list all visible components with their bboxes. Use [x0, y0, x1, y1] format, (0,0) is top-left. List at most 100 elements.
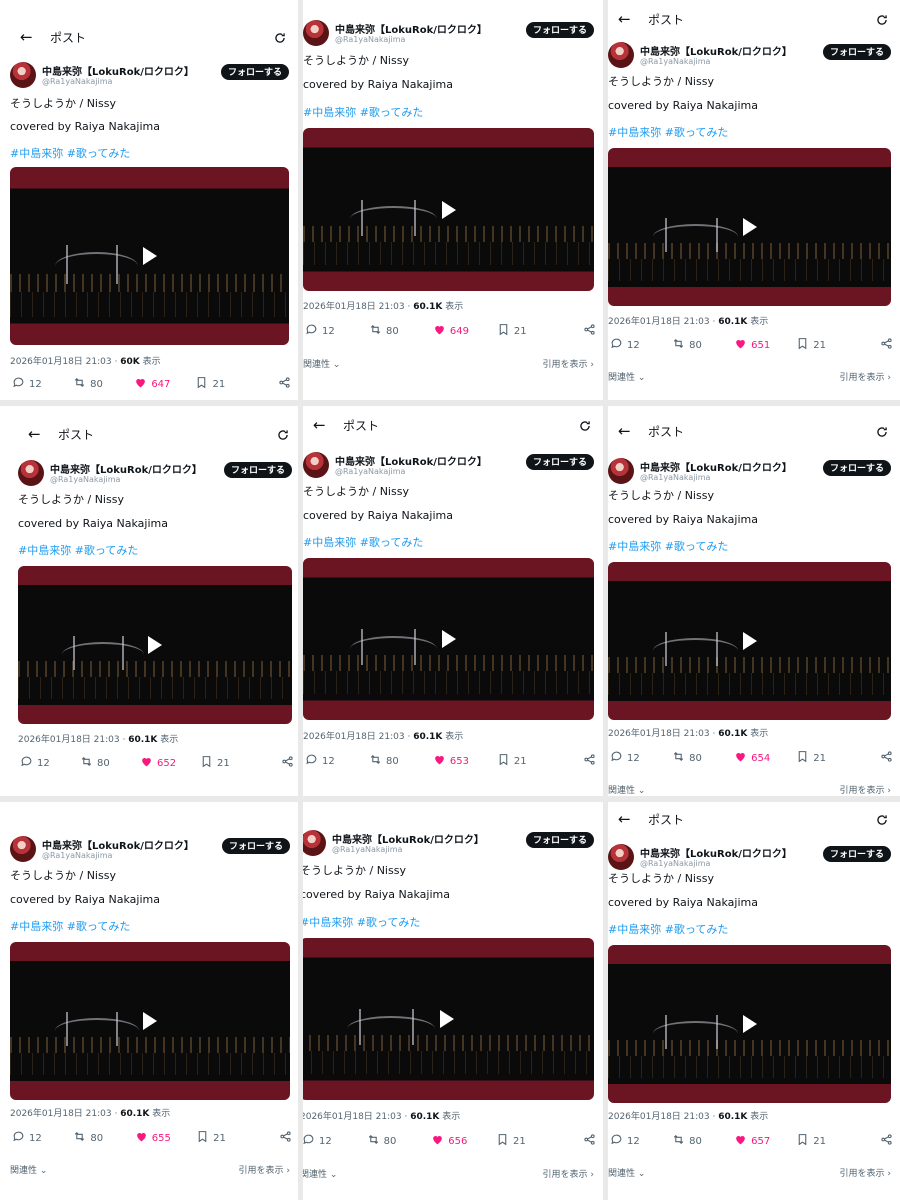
like-button[interactable]: 654 — [734, 750, 770, 766]
video-player[interactable] — [608, 148, 891, 306]
author-handle[interactable]: @Ra1yaNakajima — [42, 851, 112, 860]
timestamp[interactable]: 2026年01月18日 21:03 — [303, 302, 405, 312]
author-display-name[interactable]: 中島来弥【LokuRok/ロクロク】 — [332, 831, 484, 846]
reply-button[interactable]: 12 — [305, 323, 335, 339]
share-button[interactable] — [880, 1133, 893, 1149]
like-button[interactable]: 655 — [135, 1130, 171, 1146]
back-arrow-icon[interactable]: ← — [28, 425, 50, 443]
timestamp[interactable]: 2026年01月18日 21:03 — [10, 357, 112, 367]
view-quotes-link[interactable]: 引用を表示 › — [840, 783, 891, 796]
author-display-name[interactable]: 中島来弥【LokuRok/ロクロク】 — [335, 453, 487, 468]
author-handle[interactable]: @Ra1yaNakajima — [640, 473, 710, 482]
share-button[interactable] — [281, 755, 294, 771]
follow-button[interactable]: フォローする — [525, 454, 594, 470]
timestamp[interactable]: 2026年01月18日 21:03 — [303, 732, 405, 742]
refresh-icon[interactable] — [875, 424, 889, 438]
sort-relevance-dropdown[interactable]: 関連性 ⌄ — [303, 357, 340, 370]
hashtag-links[interactable]: #中島来弥 #歌ってみた — [608, 538, 728, 554]
sort-relevance-dropdown[interactable]: 関連性 ⌄ — [10, 1163, 47, 1176]
hashtag-links[interactable]: #中島来弥 #歌ってみた — [300, 914, 420, 930]
repost-button[interactable]: 80 — [80, 755, 110, 771]
like-button[interactable]: 649 — [433, 323, 469, 339]
refresh-icon[interactable] — [875, 812, 889, 826]
follow-button[interactable]: フォローする — [223, 462, 292, 478]
bookmark-button[interactable]: 21 — [200, 755, 230, 771]
author-display-name[interactable]: 中島来弥【LokuRok/ロクロク】 — [640, 43, 792, 58]
avatar[interactable] — [10, 836, 36, 862]
reply-button[interactable]: 12 — [610, 750, 640, 766]
avatar[interactable] — [300, 830, 326, 856]
timestamp[interactable]: 2026年01月18日 21:03 — [300, 1112, 402, 1122]
avatar[interactable] — [608, 42, 634, 68]
reply-button[interactable]: 12 — [302, 1133, 332, 1149]
view-quotes-link[interactable]: 引用を表示 › — [543, 357, 594, 370]
video-player[interactable] — [300, 938, 594, 1100]
follow-button[interactable]: フォローする — [525, 22, 594, 38]
author-handle[interactable]: @Ra1yaNakajima — [42, 77, 112, 86]
play-icon[interactable] — [441, 200, 456, 219]
share-button[interactable] — [583, 753, 596, 769]
like-button[interactable]: 647 — [134, 376, 170, 392]
refresh-icon[interactable] — [276, 427, 290, 441]
bookmark-button[interactable]: 21 — [496, 1133, 526, 1149]
follow-button[interactable]: フォローする — [525, 832, 594, 848]
back-arrow-icon[interactable]: ← — [313, 416, 335, 434]
timestamp[interactable]: 2026年01月18日 21:03 — [608, 1112, 710, 1122]
share-button[interactable] — [278, 376, 291, 392]
video-player[interactable] — [303, 558, 594, 720]
view-quotes-link[interactable]: 引用を表示 › — [543, 1167, 594, 1180]
video-player[interactable] — [10, 942, 290, 1100]
play-icon[interactable] — [143, 1012, 157, 1030]
follow-button[interactable]: フォローする — [822, 460, 891, 476]
refresh-icon[interactable] — [273, 30, 287, 44]
refresh-icon[interactable] — [875, 12, 889, 26]
back-arrow-icon[interactable]: ← — [618, 810, 640, 828]
share-button[interactable] — [279, 1130, 292, 1146]
video-player[interactable] — [608, 945, 891, 1103]
bookmark-button[interactable]: 21 — [796, 1133, 826, 1149]
play-icon[interactable] — [742, 1015, 757, 1033]
avatar[interactable] — [303, 452, 329, 478]
sort-relevance-dropdown[interactable]: 関連性 ⌄ — [300, 1167, 337, 1180]
avatar[interactable] — [18, 460, 44, 486]
reply-button[interactable]: 12 — [20, 755, 50, 771]
author-handle[interactable]: @Ra1yaNakajima — [640, 57, 710, 66]
author-handle[interactable]: @Ra1yaNakajima — [332, 845, 402, 854]
share-button[interactable] — [880, 750, 893, 766]
share-button[interactable] — [583, 1133, 596, 1149]
repost-button[interactable]: 80 — [73, 376, 103, 392]
author-display-name[interactable]: 中島来弥【LokuRok/ロクロク】 — [42, 837, 194, 852]
share-button[interactable] — [583, 323, 596, 339]
bookmark-button[interactable]: 21 — [497, 753, 527, 769]
author-handle[interactable]: @Ra1yaNakajima — [640, 859, 710, 868]
author-display-name[interactable]: 中島来弥【LokuRok/ロクロク】 — [335, 21, 487, 36]
repost-button[interactable]: 80 — [369, 753, 399, 769]
timestamp[interactable]: 2026年01月18日 21:03 — [608, 729, 710, 739]
repost-button[interactable]: 80 — [73, 1130, 103, 1146]
play-icon[interactable] — [742, 218, 757, 236]
avatar[interactable] — [10, 62, 36, 88]
avatar[interactable] — [608, 844, 634, 870]
repost-button[interactable]: 80 — [672, 750, 702, 766]
repost-button[interactable]: 80 — [672, 1133, 702, 1149]
play-icon[interactable] — [742, 632, 757, 650]
bookmark-button[interactable]: 21 — [497, 323, 527, 339]
video-player[interactable] — [608, 562, 891, 720]
view-quotes-link[interactable]: 引用を表示 › — [239, 1163, 290, 1176]
bookmark-button[interactable]: 21 — [796, 337, 826, 353]
avatar[interactable] — [303, 20, 329, 46]
bookmark-button[interactable]: 21 — [196, 1130, 226, 1146]
author-handle[interactable]: @Ra1yaNakajima — [50, 475, 120, 484]
timestamp[interactable]: 2026年01月18日 21:03 — [10, 1109, 112, 1119]
follow-button[interactable]: フォローする — [822, 846, 891, 862]
like-button[interactable]: 653 — [433, 753, 469, 769]
hashtag-links[interactable]: #中島来弥 #歌ってみた — [10, 918, 130, 934]
sort-relevance-dropdown[interactable]: 関連性 ⌄ — [608, 1166, 645, 1179]
follow-button[interactable]: フォローする — [221, 838, 290, 854]
repost-button[interactable]: 80 — [369, 323, 399, 339]
view-quotes-link[interactable]: 引用を表示 › — [840, 1166, 891, 1179]
hashtag-links[interactable]: #中島来弥 #歌ってみた — [18, 542, 138, 558]
repost-button[interactable]: 80 — [672, 337, 702, 353]
reply-button[interactable]: 12 — [305, 753, 335, 769]
reply-button[interactable]: 12 — [610, 1133, 640, 1149]
